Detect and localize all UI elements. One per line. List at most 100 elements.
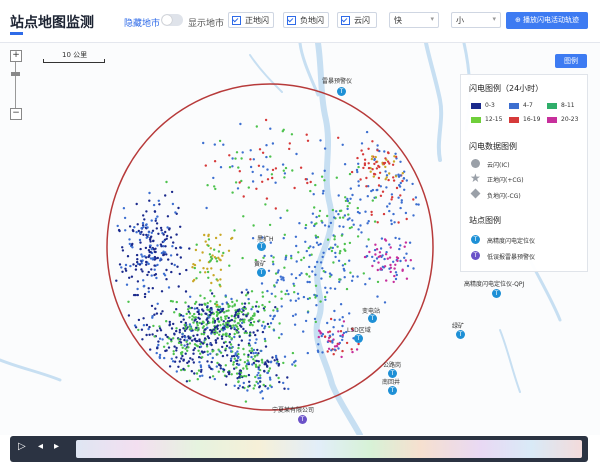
lightning-dot bbox=[306, 139, 310, 142]
station-pin-icon[interactable]: T bbox=[388, 386, 397, 395]
next-icon[interactable]: ▸ bbox=[54, 441, 59, 452]
lightning-dot bbox=[315, 241, 319, 244]
lightning-dot bbox=[390, 198, 393, 201]
lightning-dot bbox=[401, 172, 404, 175]
lightning-dot bbox=[283, 176, 286, 179]
play-track-button[interactable]: ⊕ 播放闪电活动轨迹 bbox=[506, 12, 588, 29]
lightning-dot bbox=[340, 355, 343, 359]
lightning-dot bbox=[258, 148, 262, 151]
size-select[interactable]: 小 ▾ bbox=[451, 12, 501, 28]
lightning-dot bbox=[312, 246, 315, 249]
lightning-dot bbox=[206, 267, 209, 270]
lightning-dot bbox=[381, 190, 385, 193]
lightning-dot bbox=[310, 221, 313, 224]
lightning-dot bbox=[127, 314, 131, 317]
play-icon[interactable]: ▷ bbox=[18, 441, 26, 452]
lightning-dot bbox=[266, 387, 270, 390]
lightning-dot bbox=[269, 314, 272, 317]
lightning-dot bbox=[382, 162, 385, 165]
lightning-dot bbox=[218, 330, 221, 333]
lightning-dot bbox=[251, 237, 255, 240]
lightning-dot bbox=[293, 323, 297, 326]
map-toggle-switch[interactable] bbox=[161, 14, 183, 26]
lightning-dot bbox=[367, 238, 370, 241]
lightning-dot bbox=[168, 227, 171, 230]
lightning-dot bbox=[213, 256, 217, 259]
lightning-dot bbox=[151, 315, 154, 318]
lightning-dot bbox=[290, 273, 293, 276]
lightning-dot bbox=[206, 350, 209, 353]
legend-toggle-button[interactable]: 图例 bbox=[555, 54, 587, 68]
zoom-slider-track[interactable] bbox=[15, 62, 16, 108]
lightning-dot bbox=[391, 163, 395, 166]
lightning-dot bbox=[225, 375, 228, 378]
checkbox-positive-cg[interactable]: 正地闪 bbox=[228, 12, 274, 28]
lightning-dot bbox=[323, 147, 327, 150]
station-pin-icon[interactable]: T bbox=[354, 334, 363, 343]
lightning-dot bbox=[180, 320, 183, 324]
station-pin-icon[interactable]: T bbox=[257, 268, 266, 277]
checkbox-negative-cg[interactable]: 负地闪 bbox=[283, 12, 329, 28]
lightning-dot bbox=[236, 356, 240, 360]
lightning-dot bbox=[269, 127, 272, 130]
lightning-dot bbox=[140, 328, 144, 331]
prev-icon[interactable]: ◂ bbox=[38, 441, 43, 452]
lightning-dot bbox=[280, 333, 283, 336]
lightning-dot bbox=[238, 335, 241, 338]
lightning-dot bbox=[217, 305, 220, 308]
lightning-dot bbox=[294, 276, 298, 280]
station-pin-icon[interactable]: T bbox=[337, 87, 346, 96]
lightning-dot bbox=[193, 302, 197, 305]
lightning-dot bbox=[172, 337, 175, 340]
lightning-dot bbox=[207, 276, 210, 279]
lightning-dot bbox=[318, 209, 322, 213]
checkbox-ic[interactable]: 云闪 bbox=[337, 12, 377, 28]
lightning-dot bbox=[257, 305, 260, 308]
lightning-dot bbox=[374, 243, 377, 246]
lightning-dot bbox=[193, 312, 196, 316]
timeline-track[interactable] bbox=[76, 440, 582, 458]
lightning-dot bbox=[361, 153, 365, 156]
lightning-dot bbox=[177, 365, 180, 368]
station-pin-icon[interactable]: T bbox=[492, 289, 501, 298]
lightning-dot bbox=[215, 300, 218, 304]
station-legend-label: 低误报雷暴预警仪 bbox=[487, 254, 536, 261]
lightning-dot bbox=[159, 243, 163, 246]
lightning-dot bbox=[392, 212, 395, 216]
station-pin-icon[interactable]: T bbox=[298, 415, 307, 424]
speed-select[interactable]: 快 ▾ bbox=[389, 12, 439, 28]
station-pin-icon[interactable]: T bbox=[456, 330, 465, 339]
lightning-dot bbox=[371, 168, 374, 171]
lightning-dot bbox=[283, 172, 287, 175]
station-pin-icon[interactable]: T bbox=[257, 242, 266, 251]
lightning-dot bbox=[219, 278, 222, 281]
zoom-slider-thumb[interactable] bbox=[11, 72, 20, 76]
lightning-dot bbox=[392, 280, 395, 284]
lightning-dot bbox=[187, 346, 190, 349]
lightning-dot bbox=[237, 312, 241, 315]
zoom-out-button[interactable]: − bbox=[10, 108, 22, 120]
lightning-dot bbox=[378, 251, 382, 254]
zoom-in-button[interactable]: + bbox=[10, 50, 22, 62]
lightning-dot bbox=[259, 374, 262, 377]
lightning-dot bbox=[241, 151, 244, 154]
lightning-dot bbox=[202, 309, 205, 313]
page-title: 站点地图监测 bbox=[10, 15, 94, 31]
lightning-dot bbox=[206, 360, 209, 363]
lightning-dot bbox=[254, 375, 257, 379]
show-map-label[interactable]: 显示地市 bbox=[188, 16, 224, 29]
lightning-dot bbox=[118, 263, 122, 266]
lightning-dot bbox=[341, 338, 344, 342]
lightning-dot bbox=[308, 297, 311, 300]
station-pin-icon[interactable]: T bbox=[368, 314, 377, 323]
lightning-dot bbox=[377, 176, 381, 180]
lightning-dot bbox=[346, 218, 350, 221]
lightning-dot bbox=[165, 180, 168, 184]
lightning-dot bbox=[239, 122, 242, 126]
lightning-dot bbox=[257, 368, 260, 371]
lightning-dot bbox=[182, 318, 185, 321]
lightning-dot bbox=[360, 142, 364, 145]
hide-map-label[interactable]: 隐藏地市 bbox=[124, 16, 160, 29]
lightning-dot bbox=[263, 254, 266, 258]
legend-swatch bbox=[509, 117, 519, 123]
